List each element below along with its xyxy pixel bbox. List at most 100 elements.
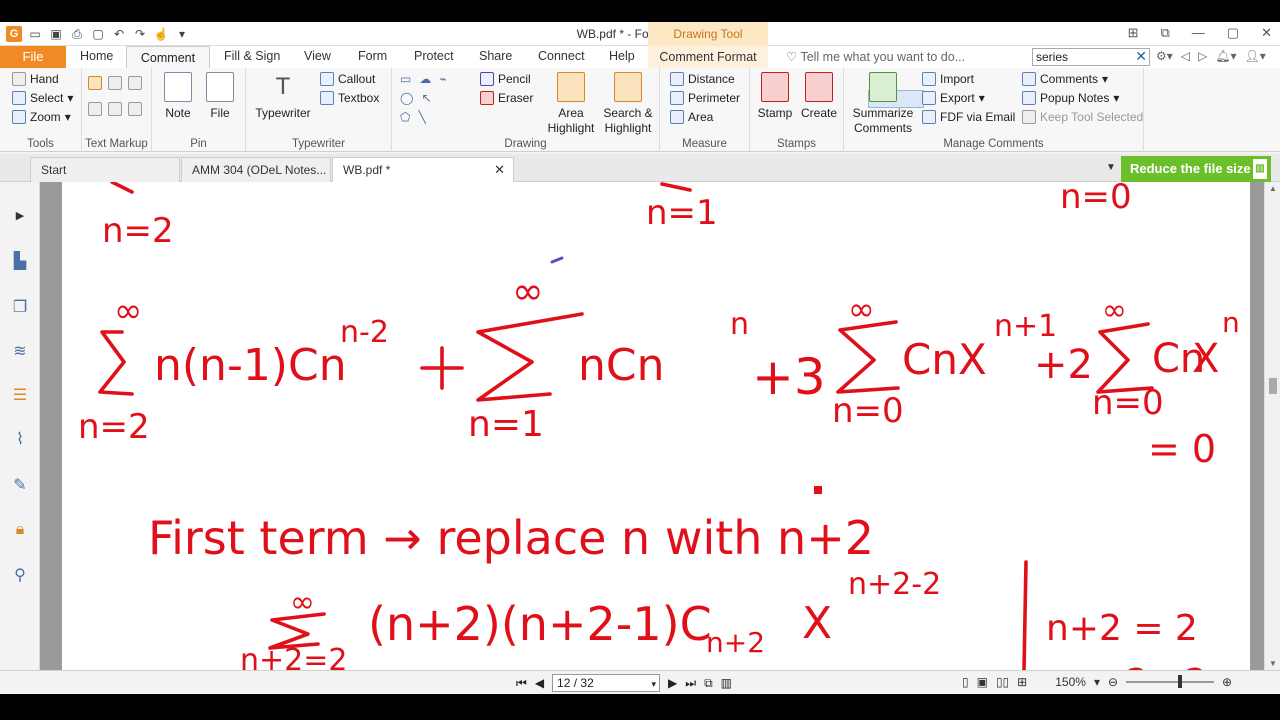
zoom-out-icon[interactable]: ⊖ xyxy=(1108,675,1118,689)
clear-search-icon[interactable]: ✕ xyxy=(1135,48,1147,64)
maximize-icon[interactable]: ▢ xyxy=(1227,25,1239,41)
layers-icon[interactable]: ≋ xyxy=(10,342,30,362)
tab-list-chevron-icon[interactable]: ▼ xyxy=(1106,162,1116,173)
scroll-thumb[interactable] xyxy=(1269,378,1277,394)
tab-view[interactable]: View xyxy=(304,49,331,63)
tell-me-box[interactable]: ♡ Tell me what you want to do... xyxy=(786,49,965,64)
scroll-up-icon[interactable]: ▲ xyxy=(1269,184,1277,193)
attachment-icon[interactable]: ⌇ xyxy=(10,430,30,450)
zoom-value[interactable]: 150% xyxy=(1055,675,1086,689)
tab-comment[interactable]: Comment xyxy=(126,46,210,69)
polygon-icon[interactable]: ⬠ xyxy=(400,110,410,124)
bookmark-icon[interactable]: ▙ xyxy=(10,252,30,272)
area-highlight-button[interactable]: Area Highlight xyxy=(544,72,598,136)
close-tab-icon[interactable]: ✕ xyxy=(494,162,505,178)
previous-page-icon[interactable]: ◀ xyxy=(535,676,544,690)
search-input[interactable]: series ✕ xyxy=(1032,48,1150,66)
zoom-slider[interactable] xyxy=(1126,675,1215,688)
replace-text-icon[interactable] xyxy=(108,102,122,116)
vertical-scrollbar[interactable]: ▲ ▼ xyxy=(1264,182,1280,670)
last-page-icon[interactable]: ⏭ xyxy=(685,676,696,691)
callout-button[interactable]: Callout xyxy=(320,72,375,86)
ink-exp-1: n-2 xyxy=(340,315,389,350)
first-page-icon[interactable]: ⏮ xyxy=(516,676,527,691)
user-icon[interactable]: 👤︎▾ xyxy=(1245,49,1266,63)
underline-icon[interactable] xyxy=(108,76,122,90)
forward-icon[interactable]: ▷ xyxy=(1198,49,1207,63)
bell-icon[interactable]: 🔔︎▾ xyxy=(1215,49,1236,63)
zoom-slider-knob[interactable] xyxy=(1178,675,1183,688)
minimize-icon[interactable]: — xyxy=(1192,25,1205,41)
pdf-page[interactable]: n=2 n=1 n=0 ∞ n(n-1)Cn n-2 n=2 ∞ nCn n n… xyxy=(62,182,1250,670)
doc-tab-amm304[interactable]: AMM 304 (ODeL Notes... xyxy=(181,157,331,182)
arrow-icon[interactable]: ↖ xyxy=(421,91,431,105)
summarize-comments-button[interactable]: Summarize Comments xyxy=(850,72,916,136)
doc-tab-start[interactable]: Start xyxy=(30,157,180,182)
export-button[interactable]: Export ▾ xyxy=(922,91,985,105)
split-view-icon[interactable]: ▥ xyxy=(721,676,732,690)
expand-pane-icon[interactable]: ▶ xyxy=(10,206,30,226)
settings-icon[interactable]: ⚙▾ xyxy=(1156,49,1173,63)
oval-icon[interactable]: ◯ xyxy=(400,91,413,105)
layout-icon[interactable]: ⊞ xyxy=(1128,25,1139,41)
chevron-down-icon[interactable]: ▾ xyxy=(1094,675,1100,689)
create-stamp-button[interactable]: Create xyxy=(798,72,840,121)
facing-page-icon[interactable]: ▯▯ xyxy=(996,675,1009,689)
continuous-facing-icon[interactable]: ⊞ xyxy=(1017,675,1027,689)
insert-text-icon[interactable] xyxy=(128,102,142,116)
select-tool-button[interactable]: Select ▾ xyxy=(12,91,73,105)
area-button[interactable]: Area xyxy=(670,110,713,124)
line-icon[interactable]: ╲ xyxy=(418,110,425,124)
back-icon[interactable]: ◁ xyxy=(1181,49,1190,63)
typewriter-button[interactable]: T Typewriter xyxy=(252,72,314,121)
comments-button[interactable]: Comments ▾ xyxy=(1022,72,1108,86)
perimeter-button[interactable]: Perimeter xyxy=(670,91,740,105)
stamp-button[interactable]: Stamp xyxy=(754,72,796,121)
search-highlight-button[interactable]: Search & Highlight xyxy=(600,72,656,136)
zoom-in-icon[interactable]: ⊕ xyxy=(1222,675,1232,689)
hand-tool-button[interactable]: Hand xyxy=(12,72,59,86)
security-lock-icon[interactable]: 🔒︎ xyxy=(10,520,30,540)
fdf-email-button[interactable]: FDF via Email xyxy=(922,110,1015,124)
next-page-icon[interactable]: ▶ xyxy=(668,676,677,690)
squiggly-icon[interactable] xyxy=(88,102,102,116)
highlight-icon[interactable] xyxy=(88,76,102,90)
document-viewer[interactable]: n=2 n=1 n=0 ∞ n(n-1)Cn n-2 n=2 ∞ nCn n n… xyxy=(40,182,1264,670)
file-attach-button[interactable]: File xyxy=(202,72,238,121)
page-number-field[interactable]: 12 / 32 ▾ xyxy=(552,674,661,692)
doc-tab-wb[interactable]: WB.pdf * ✕ xyxy=(332,157,514,182)
polyline-icon[interactable]: ⌁ xyxy=(439,72,446,86)
continuous-page-icon[interactable]: ▣ xyxy=(977,675,988,689)
search-tools-icon[interactable]: ⚲ xyxy=(10,566,30,586)
close-icon[interactable]: ✕ xyxy=(1261,25,1272,41)
tab-protect[interactable]: Protect xyxy=(414,49,454,63)
distance-button[interactable]: Distance xyxy=(670,72,735,86)
eraser-button[interactable]: Eraser xyxy=(480,91,533,105)
file-tab[interactable]: File xyxy=(0,46,66,68)
scroll-down-icon[interactable]: ▼ xyxy=(1269,659,1277,668)
single-page-icon[interactable]: ▯ xyxy=(962,675,969,689)
tab-share[interactable]: Share xyxy=(479,49,512,63)
textbox-button[interactable]: Textbox xyxy=(320,91,379,105)
reduce-file-size-banner[interactable]: Reduce the file size ▥ xyxy=(1121,156,1271,182)
keep-tool-selected-checkbox[interactable]: Keep Tool Selected xyxy=(1022,110,1143,124)
pencil-button[interactable]: Pencil xyxy=(480,72,531,86)
popup-notes-button[interactable]: Popup Notes ▾ xyxy=(1022,91,1119,105)
note-button[interactable]: Note xyxy=(160,72,196,121)
restore-icon[interactable]: ⧉ xyxy=(1161,25,1170,41)
tab-fill-sign[interactable]: Fill & Sign xyxy=(224,49,280,63)
pages-icon[interactable]: ❐ xyxy=(10,298,30,318)
tab-home[interactable]: Home xyxy=(80,49,113,63)
tab-comment-format[interactable]: Comment Format xyxy=(648,46,768,68)
comments-pane-icon[interactable]: ☰ xyxy=(10,386,30,406)
tab-connect[interactable]: Connect xyxy=(538,49,585,63)
tab-form[interactable]: Form xyxy=(358,49,387,63)
import-button[interactable]: Import xyxy=(922,72,974,86)
strikeout-icon[interactable] xyxy=(128,76,142,90)
zoom-tool-button[interactable]: Zoom ▾ xyxy=(12,110,71,124)
rectangle-icon[interactable]: ▭ xyxy=(400,72,411,86)
tab-help[interactable]: Help xyxy=(609,49,635,63)
signature-icon[interactable]: ✎ xyxy=(10,476,30,496)
cloud-icon[interactable]: ☁︎ xyxy=(419,72,431,86)
copy-page-icon[interactable]: ⧉ xyxy=(704,676,713,691)
